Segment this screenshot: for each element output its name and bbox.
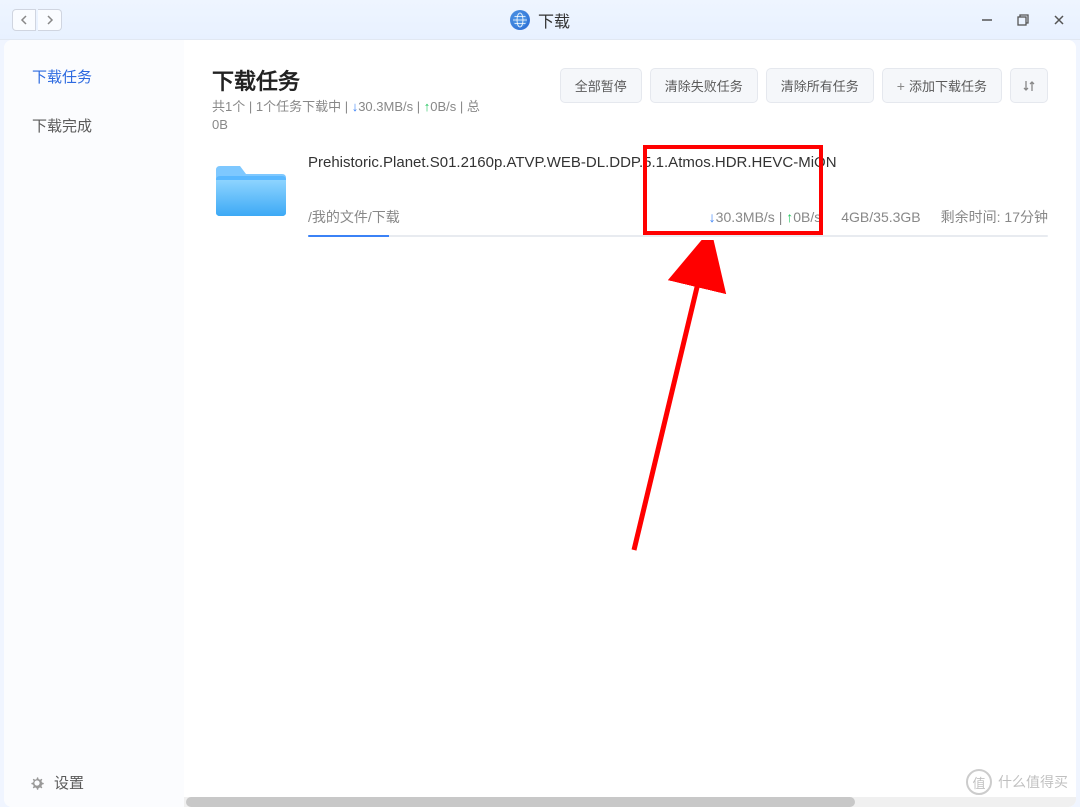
plus-icon: + (897, 78, 905, 94)
main-area: 下载任务 下载完成 设置 下载任务 共1个 | 1个任务下载中 | ↓30.3M… (4, 40, 1076, 807)
window-title: 下载 (510, 8, 570, 32)
window-controls (978, 11, 1068, 29)
nav-forward-button[interactable] (38, 9, 62, 31)
task-speed: ↓30.3MB/s | ↑0B/s (709, 209, 822, 225)
add-task-button[interactable]: + 添加下载任务 (882, 68, 1002, 103)
horizontal-scrollbar[interactable] (184, 797, 1076, 807)
nav-back-button[interactable] (12, 9, 36, 31)
sort-icon (1021, 78, 1037, 94)
watermark-text: 什么值得买 (998, 772, 1068, 792)
close-icon (1052, 13, 1066, 27)
progress-fill (308, 235, 389, 237)
chevron-right-icon (46, 15, 54, 25)
progress-bar (308, 235, 1048, 237)
task-filename: Prehistoric.Planet.S01.2160p.ATVP.WEB-DL… (308, 154, 1048, 171)
close-button[interactable] (1050, 11, 1068, 29)
scrollbar-thumb[interactable] (186, 797, 855, 807)
task-row[interactable]: Prehistoric.Planet.S01.2160p.ATVP.WEB-DL… (212, 146, 1048, 245)
sidebar-item-tasks[interactable]: 下载任务 (4, 52, 184, 101)
watermark: 值 什么值得买 (966, 769, 1068, 795)
pause-all-button[interactable]: 全部暂停 (560, 68, 642, 103)
page-title: 下载任务 (212, 64, 480, 96)
task-details-row: /我的文件/下载 ↓30.3MB/s | ↑0B/s 4GB/35.3GB 剩余… (308, 207, 1048, 227)
task-size: 4GB/35.3GB (841, 209, 920, 225)
chevron-left-icon (20, 15, 28, 25)
maximize-button[interactable] (1014, 11, 1032, 29)
maximize-icon (1016, 13, 1030, 27)
down-arrow-icon: ↓ (709, 209, 716, 225)
content-pane: 下载任务 共1个 | 1个任务下载中 | ↓30.3MB/s | ↑0B/s |… (184, 40, 1076, 807)
task-remaining-time: 剩余时间: 17分钟 (941, 207, 1048, 227)
summary-line: 共1个 | 1个任务下载中 | ↓30.3MB/s | ↑0B/s | 总0B (212, 98, 480, 134)
sidebar: 下载任务 下载完成 设置 (4, 40, 184, 807)
titlebar: 下载 (0, 0, 1080, 40)
sidebar-item-completed[interactable]: 下载完成 (4, 101, 184, 150)
minimize-button[interactable] (978, 11, 996, 29)
sidebar-item-settings[interactable]: 设置 (4, 758, 184, 807)
minimize-icon (980, 13, 994, 27)
gear-icon (28, 774, 46, 792)
settings-label: 设置 (54, 772, 84, 793)
watermark-icon: 值 (966, 769, 992, 795)
globe-icon (510, 10, 530, 30)
window-title-text: 下载 (538, 8, 570, 32)
annotation-arrow (614, 240, 734, 560)
task-body: Prehistoric.Planet.S01.2160p.ATVP.WEB-DL… (308, 154, 1048, 237)
sort-button[interactable] (1010, 68, 1048, 103)
folder-icon (212, 158, 290, 220)
content-header: 下载任务 共1个 | 1个任务下载中 | ↓30.3MB/s | ↑0B/s |… (212, 64, 1048, 134)
toolbar: 全部暂停 清除失败任务 清除所有任务 + 添加下载任务 (560, 68, 1048, 103)
clear-all-button[interactable]: 清除所有任务 (766, 68, 874, 103)
nav-buttons (12, 9, 62, 31)
task-path: /我的文件/下载 (308, 207, 689, 227)
clear-failed-button[interactable]: 清除失败任务 (650, 68, 758, 103)
